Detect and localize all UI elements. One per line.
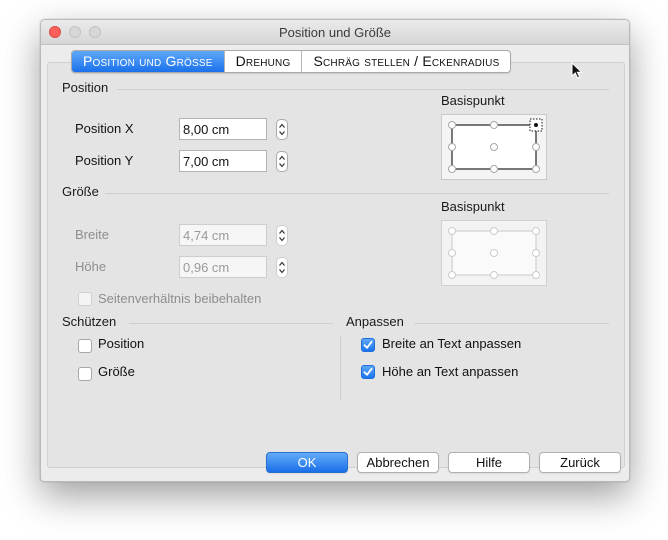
- tab-bar: Position und Grösse Drehung Schräg stell…: [71, 50, 512, 73]
- position-x-stepper[interactable]: [276, 119, 288, 140]
- protect-position-label: Position: [98, 336, 145, 351]
- cancel-button[interactable]: Abbrechen: [357, 452, 439, 473]
- tab-drehung[interactable]: Drehung: [223, 51, 302, 72]
- height-label: Höhe: [75, 259, 107, 274]
- fit-height-label: Höhe an Text anpassen: [382, 364, 519, 379]
- height-input[interactable]: [179, 256, 267, 278]
- protect-size-label: Größe: [98, 364, 135, 379]
- position-y-label: Position Y: [75, 153, 134, 168]
- position-section-divider: [117, 89, 609, 90]
- protect-section-divider: [129, 323, 333, 324]
- width-label: Breite: [75, 227, 109, 242]
- width-stepper[interactable]: [276, 225, 288, 246]
- tab-position-und-groesse[interactable]: Position und Grösse: [72, 51, 224, 72]
- position-y-stepper[interactable]: [276, 151, 288, 172]
- keep-ratio-label: Seitenverhältnis beibehalten: [98, 291, 262, 306]
- basispunkt-size-picker[interactable]: [441, 220, 547, 286]
- protect-position-checkbox[interactable]: [78, 339, 92, 353]
- dialog-window: Position und Größe Position und Grösse D…: [40, 19, 630, 482]
- basispunkt-position-picker[interactable]: [441, 114, 547, 180]
- ok-button[interactable]: OK: [266, 452, 348, 473]
- position-y-input[interactable]: [179, 150, 267, 172]
- keep-ratio-checkbox[interactable]: [78, 292, 92, 306]
- width-input[interactable]: [179, 224, 267, 246]
- section-separator: [340, 336, 341, 400]
- height-stepper[interactable]: [276, 257, 288, 278]
- adapt-section-divider: [414, 323, 609, 324]
- help-button[interactable]: Hilfe: [448, 452, 530, 473]
- title-bar[interactable]: Position und Größe: [41, 20, 629, 45]
- size-section-divider: [105, 193, 609, 194]
- position-section-title: Position: [62, 80, 109, 95]
- back-button[interactable]: Zurück: [539, 452, 621, 473]
- protect-section-title: Schützen: [62, 314, 117, 329]
- window-title: Position und Größe: [278, 25, 391, 40]
- mouse-cursor-icon: [571, 62, 583, 79]
- fit-width-checkbox[interactable]: [361, 338, 375, 352]
- basispunkt-size-label: Basispunkt: [441, 199, 505, 214]
- tab-schraeg-stellen[interactable]: Schräg stellen / Eckenradius: [301, 51, 510, 72]
- position-x-input[interactable]: [179, 118, 267, 140]
- protect-size-checkbox[interactable]: [78, 367, 92, 381]
- position-x-label: Position X: [75, 121, 134, 136]
- basispunkt-position-label: Basispunkt: [441, 93, 505, 108]
- fit-width-label: Breite an Text anpassen: [382, 336, 522, 351]
- adapt-section-title: Anpassen: [346, 314, 404, 329]
- size-section-title: Größe: [62, 184, 99, 199]
- fit-height-checkbox[interactable]: [361, 365, 375, 379]
